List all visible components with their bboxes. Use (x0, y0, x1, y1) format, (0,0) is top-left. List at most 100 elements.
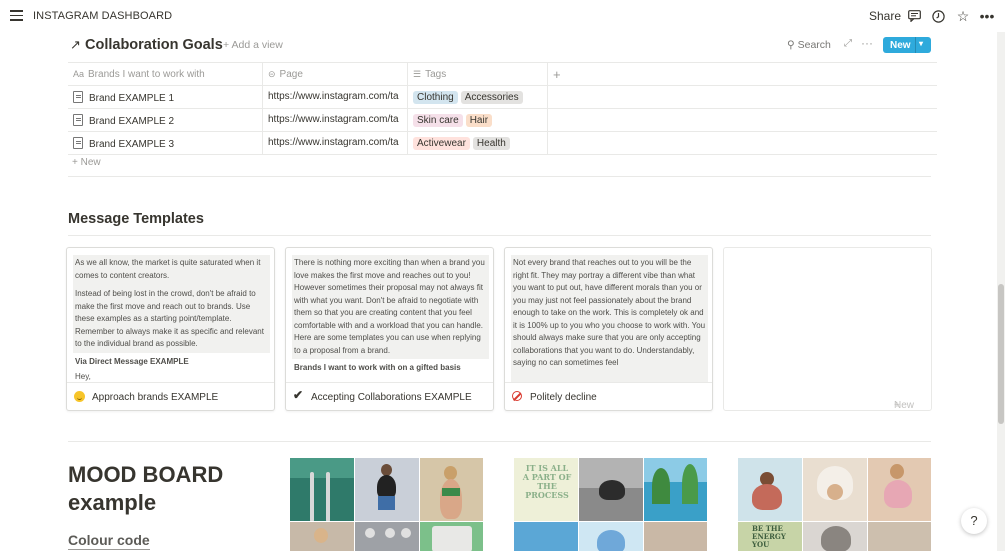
photo-tile (514, 522, 578, 551)
photo-tile: IT IS ALL A PART OF THE PROCESS (514, 458, 578, 521)
card-title: Approach brands EXAMPLE (92, 392, 219, 403)
page-title: INSTAGRAM DASHBOARD (33, 10, 173, 22)
preview-text: Instead of being lost in the crowd, don'… (75, 289, 264, 348)
tag: Hair (465, 113, 493, 127)
no-entry-icon (512, 391, 522, 401)
column-label: Tags (425, 68, 447, 80)
table-row[interactable]: Brand EXAMPLE 2 https://www.instagram.co… (68, 108, 937, 132)
photo-tile (579, 522, 643, 551)
brand-name[interactable]: Brand EXAMPLE 2 (89, 116, 174, 127)
column-label: Brands I want to work with (88, 68, 205, 80)
preview-text: Not every brand that reaches out to you … (513, 258, 706, 367)
add-row-button[interactable]: + New (72, 157, 101, 168)
card-title: Politely decline (530, 392, 597, 403)
more-icon[interactable]: ••• (979, 8, 995, 24)
menu-icon[interactable] (10, 10, 23, 21)
tag: Skin care (413, 113, 463, 127)
smile-emoji-icon (74, 391, 85, 402)
brand-name[interactable]: Brand EXAMPLE 3 (89, 139, 174, 150)
star-icon[interactable]: ☆ (955, 8, 971, 24)
template-card-decline[interactable]: Not every brand that reaches out to you … (504, 247, 713, 411)
search-button[interactable]: ⚲ Search (787, 39, 831, 51)
photo-tile (355, 458, 419, 521)
plus-icon: + (553, 66, 561, 82)
preview-subheading: Via Direct Message EXAMPLE (75, 356, 189, 366)
template-card-approach[interactable]: As we all know, the market is quite satu… (66, 247, 275, 411)
moodboard-image-1[interactable] (290, 458, 483, 551)
divider (68, 176, 931, 177)
plus-icon: + (72, 157, 81, 168)
column-label: Page (279, 68, 303, 80)
tag: Health (472, 136, 510, 150)
colour-code-heading: Colour code (68, 532, 150, 550)
search-label: Search (797, 39, 831, 51)
database-more-icon[interactable]: ··· (861, 36, 873, 50)
preview-subheading: Brands I want to work with on a gifted b… (294, 363, 461, 372)
divider (68, 235, 931, 236)
collaboration-table: Aa Brands I want to work with ⊝ Page ☰ Tags… (68, 62, 937, 155)
board-3-text: BE THE ENERGY YOU (752, 524, 786, 549)
scrollbar[interactable] (997, 32, 1005, 551)
divider (68, 441, 931, 442)
page-icon (73, 113, 83, 126)
new-button-label: New (890, 40, 911, 51)
column-header-brands[interactable]: Aa Brands I want to work with (68, 62, 263, 86)
scrollbar-thumb[interactable] (998, 284, 1004, 424)
photo-tile (290, 522, 354, 551)
page-icon (73, 90, 83, 103)
card-preview: Not every brand that reaches out to you … (511, 255, 708, 382)
top-bar: INSTAGRAM DASHBOARD Share ☆ ••• (0, 0, 1005, 32)
expand-icon[interactable]: ⤢ (844, 38, 852, 49)
page-url[interactable]: https://www.instagram.com/ta (268, 137, 402, 148)
database-header: ↗ Collaboration Goals + Add a view ⚲ Sea… (68, 36, 931, 56)
new-card-button[interactable]: + New (723, 247, 932, 411)
photo-tile (644, 458, 707, 521)
search-icon: ⚲ (787, 39, 798, 51)
check-mark-icon: ✔ (293, 388, 304, 402)
photo-tile (420, 458, 483, 521)
photo-tile (355, 522, 419, 551)
page-icon (73, 136, 83, 149)
text-property-icon: Aa (73, 68, 85, 79)
photo-tile: BE THE ENERGY YOU (738, 522, 802, 551)
arrow-link-icon[interactable]: ↗ (70, 37, 81, 53)
add-view-label: Add a view (231, 39, 283, 51)
share-button[interactable]: Share (869, 9, 901, 23)
preview-text: As we all know, the market is quite satu… (75, 258, 261, 280)
photo-tile (420, 522, 483, 551)
column-header-page[interactable]: ⊝ Page (262, 62, 408, 86)
add-view-button[interactable]: + Add a view (223, 39, 283, 51)
multiselect-property-icon: ☰ (413, 68, 422, 79)
page-url[interactable]: https://www.instagram.com/ta (268, 114, 402, 125)
column-header-tags[interactable]: ☰ Tags (407, 62, 548, 86)
template-card-accepting[interactable]: There is nothing more exciting than when… (285, 247, 494, 411)
photo-tile (868, 522, 931, 551)
card-footer: Approach brands EXAMPLE (67, 382, 274, 410)
add-column-button[interactable]: + (547, 62, 937, 86)
photo-tile (738, 458, 802, 521)
card-title: Accepting Collaborations EXAMPLE (311, 392, 472, 403)
new-button[interactable]: New ▾ (883, 37, 931, 53)
moodboard-image-2[interactable]: IT IS ALL A PART OF THE PROCESS (514, 458, 707, 551)
new-card-label: New (894, 400, 915, 411)
database-title[interactable]: Collaboration Goals (85, 37, 223, 53)
help-button[interactable]: ? (961, 508, 987, 534)
photo-tile (803, 522, 867, 551)
moodboard-title: MOOD BOARD example (68, 462, 224, 515)
table-row[interactable]: Brand EXAMPLE 3 https://www.instagram.co… (68, 131, 937, 155)
tag: Accessories (460, 90, 523, 104)
card-footer: Politely decline (505, 382, 712, 410)
photo-tile (868, 458, 931, 521)
photo-tile (290, 458, 354, 521)
card-preview: As we all know, the market is quite satu… (73, 255, 270, 382)
tag: Clothing (413, 90, 458, 104)
brand-name[interactable]: Brand EXAMPLE 1 (89, 93, 174, 104)
url-property-icon: ⊝ (268, 68, 276, 79)
clock-icon[interactable] (930, 8, 946, 24)
add-row-label: New (80, 157, 101, 168)
comment-icon[interactable] (906, 8, 922, 24)
moodboard-image-3[interactable]: BE THE ENERGY YOU (738, 458, 931, 551)
table-row[interactable]: Brand EXAMPLE 1 https://www.instagram.co… (68, 85, 937, 109)
chevron-down-icon[interactable]: ▾ (919, 39, 923, 48)
page-url[interactable]: https://www.instagram.com/ta (268, 91, 402, 102)
